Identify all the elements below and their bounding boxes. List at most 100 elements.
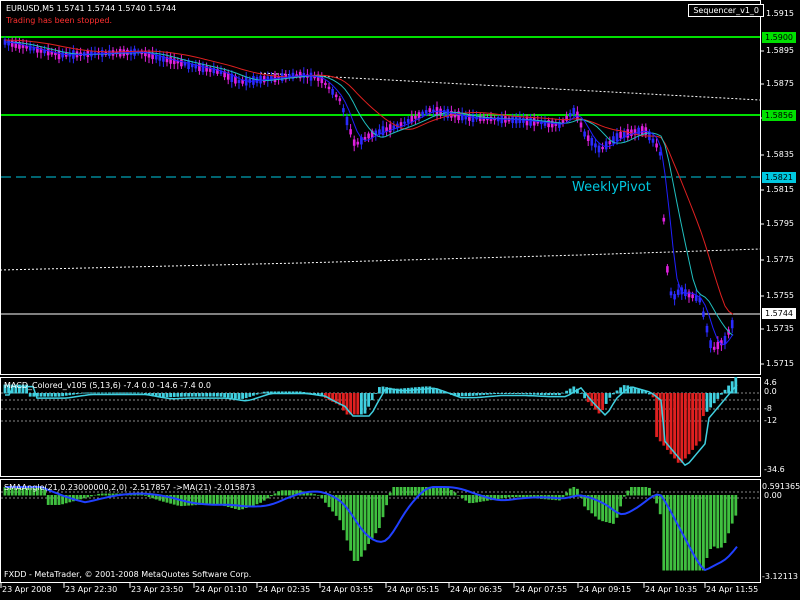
candle-body xyxy=(252,76,255,85)
trend-dotted-lower[interactable] xyxy=(0,248,761,271)
sma-angle-bar xyxy=(248,495,252,507)
macd-bar xyxy=(579,393,583,394)
sma-angle-bar xyxy=(187,495,190,506)
macd-axis-label: -8 xyxy=(764,404,772,413)
macd-bar xyxy=(100,392,104,394)
macd-bar xyxy=(169,393,172,398)
macd-bar xyxy=(702,393,705,417)
sma-axis-label: 0.00 xyxy=(764,491,782,500)
sma-angle-bar xyxy=(273,493,277,496)
candle-body xyxy=(349,129,352,135)
sma-angle-bar xyxy=(392,487,396,496)
candle-body xyxy=(666,266,669,273)
sma-angle-bar xyxy=(309,493,313,496)
sma-angle-bar xyxy=(342,495,345,531)
candle-body xyxy=(237,80,241,83)
candle-body xyxy=(414,115,417,119)
price-axis-label: 1.5815 xyxy=(766,185,794,194)
sma-angle-bar xyxy=(50,495,54,505)
macd-bar xyxy=(673,393,676,459)
sma-angle-bar xyxy=(464,495,468,501)
sma-angle-bar xyxy=(676,495,680,571)
weekly-pivot-label: WeeklyPivot xyxy=(572,180,651,195)
sma-angle-bar xyxy=(522,495,525,498)
macd-bar xyxy=(82,392,86,394)
macd-bar xyxy=(223,393,226,398)
price-axis-label: 1.5915 xyxy=(766,9,794,18)
macd-bar xyxy=(723,389,727,394)
candle-body xyxy=(572,107,576,115)
sma-angle-bar xyxy=(104,493,108,496)
candle-body xyxy=(367,133,370,139)
chart-canvas[interactable] xyxy=(0,0,800,600)
candle-body xyxy=(201,63,205,73)
candle-body xyxy=(262,76,266,83)
macd-bar xyxy=(72,393,75,395)
macd-bar xyxy=(561,392,565,394)
candle-body xyxy=(331,89,334,95)
sma-angle-bar xyxy=(723,495,727,543)
macd-bar xyxy=(140,392,144,394)
macd-bar xyxy=(226,393,230,398)
macd-bar xyxy=(496,393,500,395)
candle-body xyxy=(468,114,471,121)
expert-advisor-label[interactable]: Sequencer_v1_0 xyxy=(688,4,764,17)
macd-bar xyxy=(219,393,223,397)
sma-angle-bar xyxy=(622,495,626,497)
macd-bar xyxy=(97,392,100,394)
macd-bar xyxy=(615,390,619,394)
macd-bar xyxy=(705,393,709,412)
time-axis-label: 24 Apr 09:15 xyxy=(579,585,632,594)
sma-angle-bar xyxy=(640,487,644,496)
sma-angle-bar xyxy=(709,495,712,549)
macd-bar xyxy=(43,393,46,397)
macd-bar xyxy=(248,393,252,397)
sma-angle-bar xyxy=(687,495,691,571)
macd-bar xyxy=(352,393,356,415)
macd-bar xyxy=(424,386,428,394)
macd-bar xyxy=(493,393,496,395)
macd-title: MACD_Colored_v105 (5,13,6) -7.4 0.0 -14.… xyxy=(4,381,212,390)
macd-bar xyxy=(612,393,615,395)
macd-bar xyxy=(50,393,54,397)
candle-body xyxy=(684,289,687,297)
macd-bar xyxy=(601,393,604,411)
sma-angle-bar xyxy=(352,495,356,561)
macd-bar xyxy=(712,393,716,404)
sma-angle-bar xyxy=(270,495,273,497)
sma-angle-bar xyxy=(378,495,381,529)
sma-angle-bar xyxy=(363,495,367,551)
macd-bar xyxy=(666,393,669,450)
sma-angle-bar xyxy=(280,490,284,496)
candle-body xyxy=(655,143,658,148)
sma-angle-bar xyxy=(669,495,673,571)
macd-bar xyxy=(360,393,363,415)
candle-body xyxy=(637,127,640,135)
macd-bar xyxy=(90,392,93,394)
macd-bar xyxy=(680,393,684,463)
sma-angle-bar xyxy=(475,495,478,503)
macd-bar xyxy=(68,393,72,396)
macd-bar xyxy=(255,393,259,395)
sma-angle-bar xyxy=(219,495,223,506)
candle-body xyxy=(392,125,396,129)
macd-bar xyxy=(698,393,702,442)
sma-angle-bar xyxy=(601,495,604,522)
macd-bar xyxy=(460,393,464,397)
sma-angle-bar xyxy=(327,495,331,508)
candle-body xyxy=(424,110,428,114)
sma-angle-bar xyxy=(655,495,658,504)
sma-angle-bar xyxy=(662,495,666,571)
macd-bar xyxy=(212,393,216,397)
sma-angle-bar xyxy=(730,495,734,524)
price-axis-label: 1.5895 xyxy=(766,46,794,55)
macd-bar xyxy=(514,393,518,395)
macd-bar xyxy=(122,392,126,394)
macd-bar xyxy=(367,393,370,407)
macd-bar xyxy=(126,392,129,394)
candle-body xyxy=(615,133,619,142)
price-tag-bid: 1.5744 xyxy=(762,308,796,319)
sma-angle-bar xyxy=(374,495,378,534)
candle-body xyxy=(421,111,424,116)
candle-body xyxy=(198,63,201,72)
